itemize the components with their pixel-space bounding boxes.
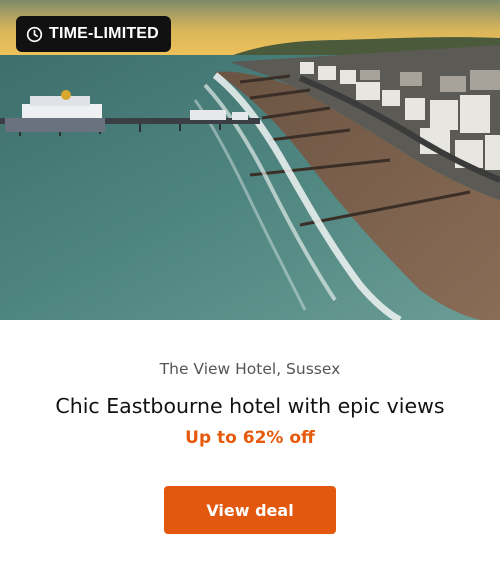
badge-label: TIME-LIMITED	[49, 25, 159, 42]
clock-icon	[26, 26, 43, 42]
deal-headline[interactable]: Chic Eastbourne hotel with epic views	[0, 394, 500, 418]
view-deal-button[interactable]: View deal	[164, 486, 336, 534]
discount-text: Up to 62% off	[185, 428, 315, 448]
hero-image[interactable]: TIME-LIMITED	[0, 0, 500, 320]
time-limited-badge: TIME-LIMITED	[16, 16, 171, 52]
hotel-location: The View Hotel, Sussex	[159, 360, 341, 378]
